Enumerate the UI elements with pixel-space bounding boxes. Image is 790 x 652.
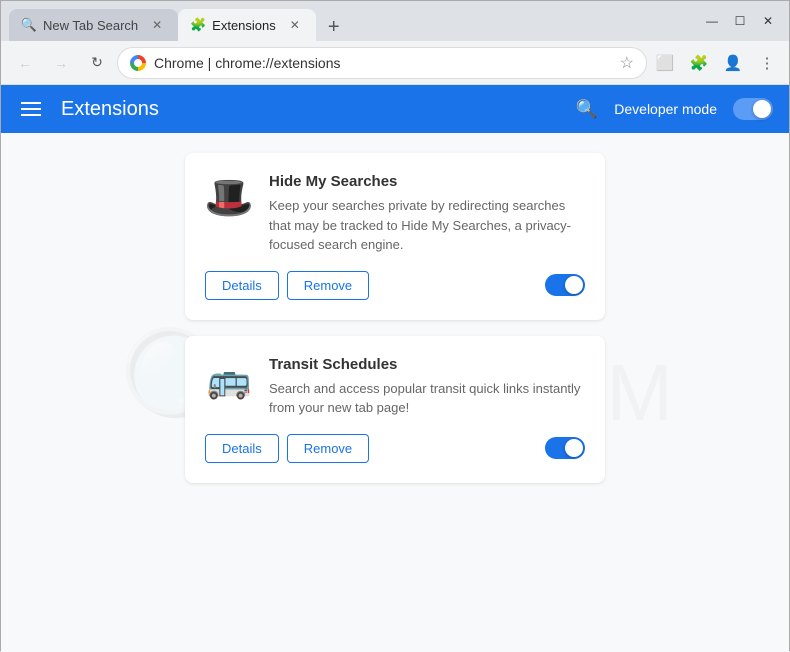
address-domain: Chrome [154,55,204,71]
maximize-button[interactable]: ☐ [727,8,753,34]
extension-icon-bus: 🚌 [205,356,253,404]
tab-close-btn[interactable]: ✕ [148,16,166,34]
tab-label: Extensions [212,18,276,33]
tab-search-icon: 🔍 [21,17,37,33]
title-bar: 🔍 New Tab Search ✕ 🧩 Extensions ✕ + — ☐ … [1,1,789,41]
extension-toggle-1[interactable] [545,274,585,296]
extension-toggle-2[interactable] [545,437,585,459]
developer-mode-toggle[interactable] [733,98,773,120]
extension-name: Transit Schedules [269,356,585,373]
extension-puzzle-icon[interactable]: 🧩 [685,49,713,77]
details-button-2[interactable]: Details [205,434,279,463]
extensions-title: Extensions [61,98,159,121]
toggle-wrap-2 [545,437,585,459]
developer-mode-label: Developer mode [614,101,717,117]
extension-description: Search and access popular transit quick … [269,379,585,418]
forward-button[interactable]: → [45,47,77,79]
bookmark-icon[interactable]: ☆ [620,53,634,73]
extension-info: Hide My Searches Keep your searches priv… [269,173,585,255]
back-button[interactable]: ← [9,47,41,79]
refresh-button[interactable]: ↻ [81,47,113,79]
chrome-favicon [130,55,146,71]
extension-card-transit-schedules: 🚌 Transit Schedules Search and access po… [185,336,605,483]
hamburger-line [21,114,41,116]
tab-close-btn[interactable]: ✕ [286,16,304,34]
extension-card-hide-my-searches: 🎩 Hide My Searches Keep your searches pr… [185,153,605,320]
extension-description: Keep your searches private by redirectin… [269,196,585,255]
card-top: 🚌 Transit Schedules Search and access po… [205,356,585,418]
extension-name: Hide My Searches [269,173,585,190]
card-bottom: Details Remove [205,434,585,463]
menu-dots-icon[interactable]: ⋮ [753,49,781,77]
tab-extensions[interactable]: 🧩 Extensions ✕ [178,9,316,41]
window-controls: — ☐ ✕ [699,8,781,34]
hamburger-line [21,108,41,110]
tab-list: 🔍 New Tab Search ✕ 🧩 Extensions ✕ + [9,1,691,41]
browser-window: 🔍 New Tab Search ✕ 🧩 Extensions ✕ + — ☐ … [0,0,790,651]
card-bottom: Details Remove [205,271,585,300]
close-button[interactable]: ✕ [755,8,781,34]
address-text: Chrome | chrome://extensions [154,55,612,71]
address-separator: | [204,55,215,71]
screenshot-icon[interactable]: ⬜ [651,49,679,77]
address-right-icons: ⬜ 🧩 👤 ⋮ [651,49,781,77]
address-input[interactable]: Chrome | chrome://extensions ☆ [117,47,647,79]
extensions-content: 🔍 FISA.COM 🎩 Hide My Searches Keep your … [1,133,789,652]
toggle-wrap-1 [545,274,585,296]
details-button-1[interactable]: Details [205,271,279,300]
profile-icon[interactable]: 👤 [719,49,747,77]
search-icon[interactable]: 🔍 [576,99,598,120]
extension-info: Transit Schedules Search and access popu… [269,356,585,418]
hamburger-line [21,102,41,104]
tab-new-tab-search[interactable]: 🔍 New Tab Search ✕ [9,9,178,41]
hamburger-menu[interactable] [17,98,45,120]
extension-icon-hat: 🎩 [205,173,253,221]
address-bar: ← → ↻ Chrome | chrome://extensions ☆ ⬜ 🧩… [1,41,789,85]
tab-label: New Tab Search [43,18,138,33]
remove-button-2[interactable]: Remove [287,434,369,463]
card-top: 🎩 Hide My Searches Keep your searches pr… [205,173,585,255]
new-tab-button[interactable]: + [320,13,348,41]
tab-extensions-icon: 🧩 [190,17,206,33]
address-url: chrome://extensions [215,55,340,71]
remove-button-1[interactable]: Remove [287,271,369,300]
minimize-button[interactable]: — [699,8,725,34]
extensions-header: Extensions 🔍 Developer mode [1,85,789,133]
